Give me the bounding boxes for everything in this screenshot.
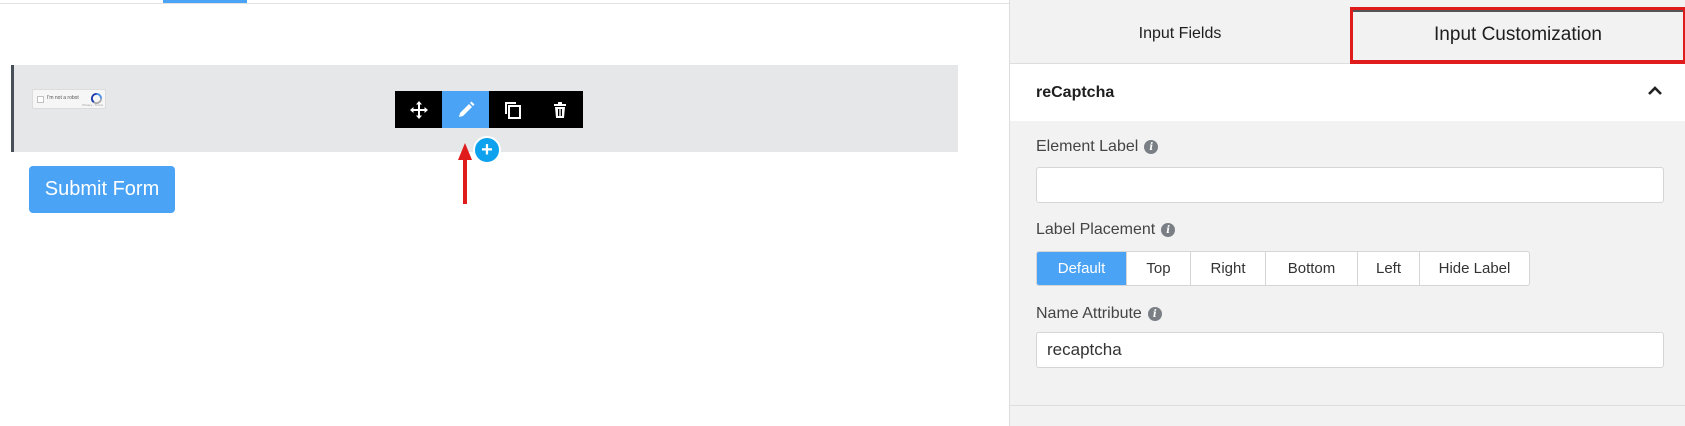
section-title: reCaptcha (1036, 83, 1115, 101)
element-toolbar (395, 91, 583, 128)
element-label-heading: Element Label i (1036, 138, 1159, 156)
move-button[interactable] (395, 91, 442, 128)
trash-icon (553, 101, 566, 118)
add-element-button[interactable]: + (473, 136, 501, 164)
placement-option-top[interactable]: Top (1127, 252, 1191, 285)
tab-input-customization[interactable]: Input Customization (1350, 7, 1685, 64)
placement-option-right[interactable]: Right (1191, 252, 1266, 285)
chevron-up-icon[interactable] (1648, 86, 1662, 96)
copy-icon (504, 101, 521, 119)
recaptcha-checkbox (37, 96, 44, 103)
element-label-text: Element Label (1036, 138, 1139, 155)
label-placement-heading: Label Placement i (1036, 221, 1176, 239)
placement-option-left[interactable]: Left (1358, 252, 1420, 285)
placement-option-default[interactable]: Default (1037, 252, 1127, 285)
info-icon[interactable]: i (1161, 223, 1176, 237)
tab-input-fields[interactable]: Input Fields (1010, 4, 1350, 64)
delete-button[interactable] (536, 91, 583, 128)
info-icon[interactable]: i (1147, 307, 1162, 321)
element-label-input[interactable] (1036, 167, 1664, 203)
placement-option-hide-label[interactable]: Hide Label (1420, 252, 1529, 285)
settings-panel: Input Fields Input Customization reCaptc… (1009, 0, 1685, 426)
recaptcha-checkbox-text: I'm not a robot (47, 95, 79, 101)
info-icon[interactable]: i (1144, 140, 1159, 154)
top-divider (0, 3, 1009, 4)
label-placement-text: Label Placement (1036, 221, 1156, 238)
submit-form-button[interactable]: Submit Form (29, 166, 175, 213)
name-attribute-heading: Name Attribute i (1036, 305, 1162, 323)
recaptcha-widget: I'm not a robot Privacy - Terms (32, 89, 106, 109)
name-attribute-text: Name Attribute (1036, 305, 1142, 322)
section-header-recaptcha[interactable]: reCaptcha (1010, 64, 1685, 121)
active-tab-indicator (163, 0, 247, 3)
edit-button[interactable] (442, 91, 489, 128)
recaptcha-terms-text: Privacy - Terms (82, 103, 103, 107)
annotation-arrow (458, 143, 472, 204)
pencil-icon (458, 101, 474, 117)
panel-tabs: Input Fields Input Customization (1010, 4, 1685, 64)
name-attribute-input[interactable]: recaptcha (1036, 332, 1664, 368)
duplicate-button[interactable] (489, 91, 536, 128)
move-icon (409, 100, 428, 119)
placement-option-bottom[interactable]: Bottom (1266, 252, 1358, 285)
label-placement-selector: Default Top Right Bottom Left Hide Label (1036, 251, 1530, 286)
